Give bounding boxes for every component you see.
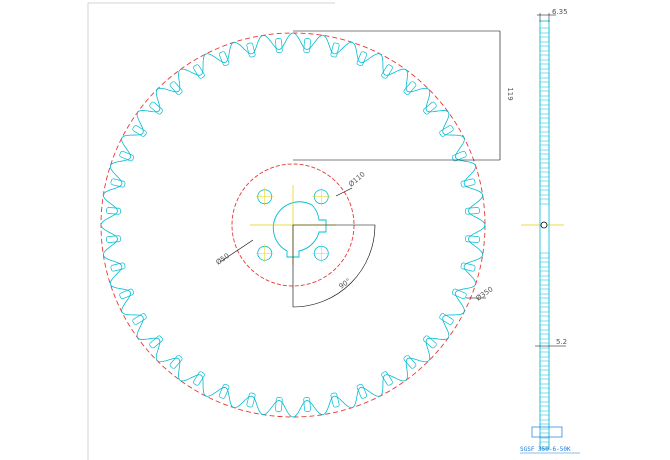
side-view-tooth [539,90,550,97]
tooth-slot [110,178,126,188]
side-view-tooth [539,405,550,412]
side-view-tooth [539,360,550,367]
dim-thickness: 6.35 [552,8,568,16]
side-view-tooth [539,198,550,205]
tooth-slot [403,355,417,369]
tooth-slot [149,101,163,115]
drawing-sheet: 119 Ø110 Ø50 90° Ø350 6.35 5.2 SGSF 350-… [0,0,670,460]
dim-bolt-circle: Ø110 [347,170,367,188]
side-view-tooth [539,171,550,178]
side-view-tooth [539,378,550,385]
side-view-tooth [539,387,550,394]
tooth-slot [149,335,163,349]
tooth-slot [465,235,480,243]
side-view-tooth [539,288,550,295]
side-view-tooth [539,54,550,61]
dim-slot-width: 5.2 [556,338,567,346]
part-number: SGSF 350-6-50K [520,446,571,453]
side-view-tooth [539,297,550,304]
side-view-tooth [539,396,550,403]
tooth-slot [303,397,311,412]
side-view-tooth [539,333,550,340]
tooth-slot [110,262,126,272]
side-view-tooth [539,261,550,268]
tooth-slot [423,101,437,115]
title-block: SGSF 350-6-50K [520,426,580,454]
side-view-tooth [539,135,550,142]
side-view-tooth [539,36,550,43]
side-view-tooth [539,351,550,358]
side-view-tooth [539,63,550,70]
tooth-slot [275,38,283,53]
side-view-tooth [539,315,550,322]
tooth-slot [169,355,183,369]
tooth-slot [106,207,121,215]
tooth-slot [106,235,121,243]
tooth-slot [460,262,476,272]
side-view-tooth [539,324,550,331]
side-view-tooth [539,279,550,286]
tooth-slot [169,81,183,95]
tooth-slot [330,42,340,58]
side-view-tooth [539,189,550,196]
side-view-tooth [539,153,550,160]
dimensions [219,30,501,308]
tooth-slot [403,81,417,95]
tooth-slot [330,392,340,408]
tooth-slot [275,397,283,412]
side-view-teeth [539,27,550,448]
tooth-slot [460,178,476,188]
side-view-tooth [539,99,550,106]
side-view-outline [539,20,550,450]
side-view-tooth [539,162,550,169]
side-view: 6.35 5.2 [521,8,568,450]
center-bore [272,201,327,258]
tooth-slot [423,335,437,349]
tooth-slot [246,392,256,408]
tooth-slot [246,42,256,58]
dim-bore: Ø50 [215,252,231,267]
side-view-tooth [539,180,550,187]
side-view-tooth [539,117,550,124]
side-view-tooth [539,126,550,133]
side-view-tooth [539,306,550,313]
technical-drawing: 119 Ø110 Ø50 90° Ø350 6.35 5.2 SGSF 350-… [87,2,580,460]
dim-tooth-depth: 119 [506,87,514,100]
company-logo [531,426,563,438]
side-view-tooth [539,414,550,421]
side-view-tooth [539,270,550,277]
tooth-slot [303,38,311,53]
side-view-tooth [539,144,550,151]
side-view-hub [540,221,548,229]
side-view-tooth [539,45,550,52]
side-view-tooth [539,342,550,349]
side-view-tooth [539,72,550,79]
side-view-tooth [539,27,550,34]
side-view-tooth [539,369,550,376]
side-view-tooth [539,252,550,259]
dim-outer: Ø350 [475,285,495,302]
side-view-tooth [539,81,550,88]
side-view-tooth [539,423,550,430]
tooth-slot [465,207,480,215]
side-view-tooth [539,108,550,115]
dim-angle: 90° [338,277,353,291]
